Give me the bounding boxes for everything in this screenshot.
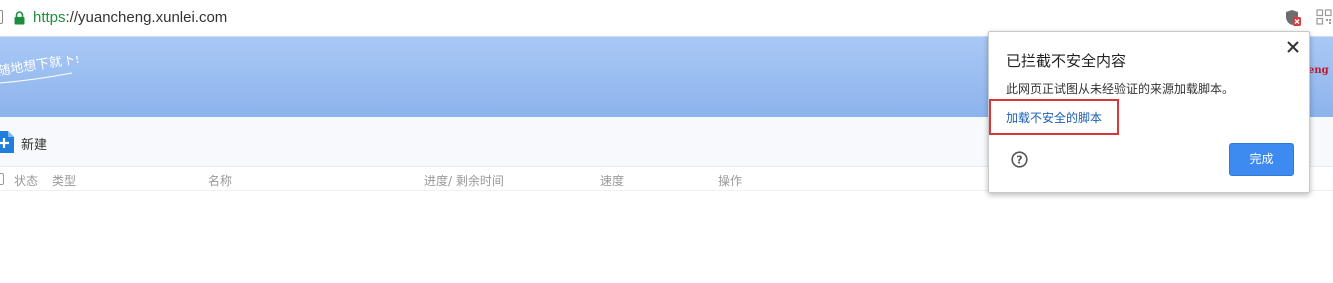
popup-description: 此网页正试图从未经验证的来源加载脚本。 <box>1006 82 1235 96</box>
lock-icon[interactable] <box>14 11 25 25</box>
load-unsafe-scripts-link[interactable]: 加载不安全的脚本 <box>1006 109 1102 126</box>
close-icon[interactable] <box>1286 40 1300 54</box>
column-speed[interactable]: 速度 <box>600 172 624 189</box>
banner-slogan: 随地想下就下! <box>0 56 80 84</box>
column-status[interactable]: 状态 <box>14 172 38 189</box>
page-icon <box>0 10 3 24</box>
svg-text:?: ? <box>1016 154 1022 167</box>
column-progress[interactable]: 进度/ 剩余时间 <box>424 172 504 189</box>
column-type[interactable]: 类型 <box>52 172 76 189</box>
shield-blocked-icon[interactable] <box>1285 9 1301 26</box>
new-file-icon <box>0 131 14 153</box>
column-actions[interactable]: 操作 <box>718 172 742 189</box>
url-scheme: https <box>33 9 66 26</box>
banner-slogan-text: 随地想下就下! <box>0 56 80 79</box>
select-all-checkbox[interactable] <box>0 173 4 185</box>
new-task-label: 新建 <box>21 138 48 153</box>
popup-title: 已拦截不安全内容 <box>1006 52 1127 70</box>
banner-brand-fragment: eng <box>1308 65 1329 76</box>
done-button[interactable]: 完成 <box>1229 143 1294 176</box>
url-host: ://yuancheng.xunlei.com <box>65 9 228 26</box>
column-name[interactable]: 名称 <box>208 172 232 189</box>
insecure-content-popup: 已拦截不安全内容 此网页正试图从未经验证的来源加载脚本。 加载不安全的脚本 ? … <box>988 31 1310 193</box>
url-text[interactable]: https://yuancheng.xunlei.com <box>33 8 227 27</box>
qr-code-icon[interactable] <box>1316 9 1332 25</box>
help-icon[interactable]: ? <box>1011 151 1028 168</box>
